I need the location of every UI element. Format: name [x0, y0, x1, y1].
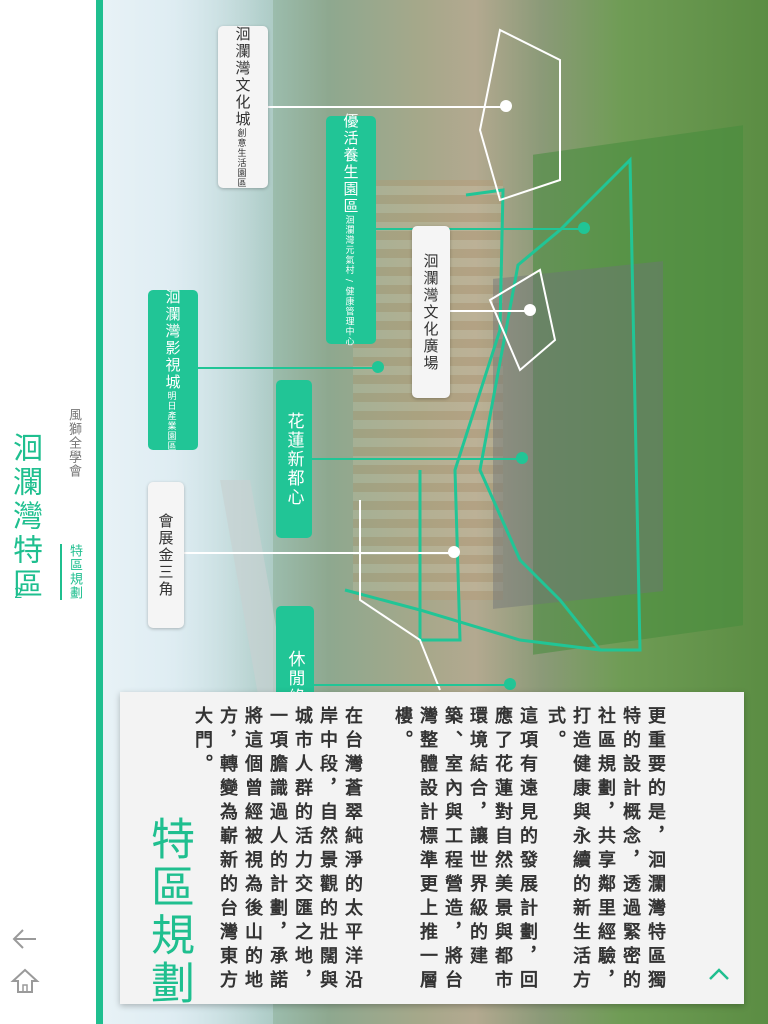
panel-paragraph-1: 在台灣蒼翠純淨的太平洋沿岸中段，自然景觀的壯闊與城市人群的活力交匯之地，一項膽識…: [192, 706, 363, 994]
label-new-center[interactable]: 花蓮新都心: [276, 380, 312, 538]
label-culture-city[interactable]: 洄瀾灣文化城 創意生活園區: [218, 26, 268, 188]
marker-expo-triangle[interactable]: [448, 546, 460, 558]
home-icon[interactable]: [10, 966, 40, 996]
label-film-city-sub: 明日產業園區: [165, 391, 176, 451]
marker-wellness[interactable]: [578, 222, 590, 234]
label-film-city-title: 洄瀾灣影視城: [163, 289, 182, 391]
panel-paragraph-3: 更重要的是，洄瀾灣特區獨特的設計概念，透過緊密的社區規劃，共享鄰里經驗，打造健康…: [545, 706, 666, 994]
connector-culture-city: [268, 106, 506, 108]
marker-culture-city[interactable]: [500, 100, 512, 112]
chevron-up-icon[interactable]: [706, 964, 732, 984]
tab-planning[interactable]: 特區規劃: [60, 544, 84, 600]
connector-new-center: [312, 458, 522, 460]
connector-green-belt: [314, 684, 510, 686]
label-culture-plaza-title: 洄瀾灣文化廣場: [421, 252, 440, 372]
label-wellness[interactable]: 優活養生園區 洄瀾灣元氣村 / 健康管理中心: [326, 113, 376, 347]
marker-green-belt[interactable]: [504, 678, 516, 690]
label-new-center-title: 花蓮新都心: [283, 411, 304, 507]
connector-expo-triangle: [184, 552, 454, 554]
label-expo-triangle-title: 會展金三角: [156, 512, 175, 598]
tab-wind-lion[interactable]: 風獅全學會: [64, 408, 83, 478]
connector-culture-plaza: [450, 310, 530, 312]
accent-divider: [96, 0, 103, 1024]
connector-wellness: [376, 228, 584, 230]
label-culture-city-title: 洄瀾灣文化城: [233, 26, 252, 128]
label-expo-triangle[interactable]: 會展金三角: [148, 482, 184, 628]
label-culture-plaza[interactable]: 洄瀾灣文化廣場: [412, 226, 450, 398]
connector-film-city: [198, 367, 378, 369]
marker-new-center[interactable]: [516, 452, 528, 464]
label-culture-city-sub: 創意生活園區: [235, 128, 246, 188]
label-wellness-title: 優活養生園區: [341, 113, 360, 216]
panel-paragraph-2: 這項有遠見的發展計劃，回應了花蓮對自然美景與都市環境結合，讓世界級的建築、室內與…: [392, 706, 538, 994]
arrow-left-icon[interactable]: [10, 924, 40, 954]
page-title: 洄瀾灣特區: [7, 432, 42, 602]
marker-film-city[interactable]: [372, 361, 384, 373]
label-film-city[interactable]: 洄瀾灣影視城 明日產業園區: [148, 289, 198, 451]
label-wellness-sub: 洄瀾灣元氣村 / 健康管理中心: [343, 215, 354, 347]
marker-culture-plaza[interactable]: [524, 304, 536, 316]
